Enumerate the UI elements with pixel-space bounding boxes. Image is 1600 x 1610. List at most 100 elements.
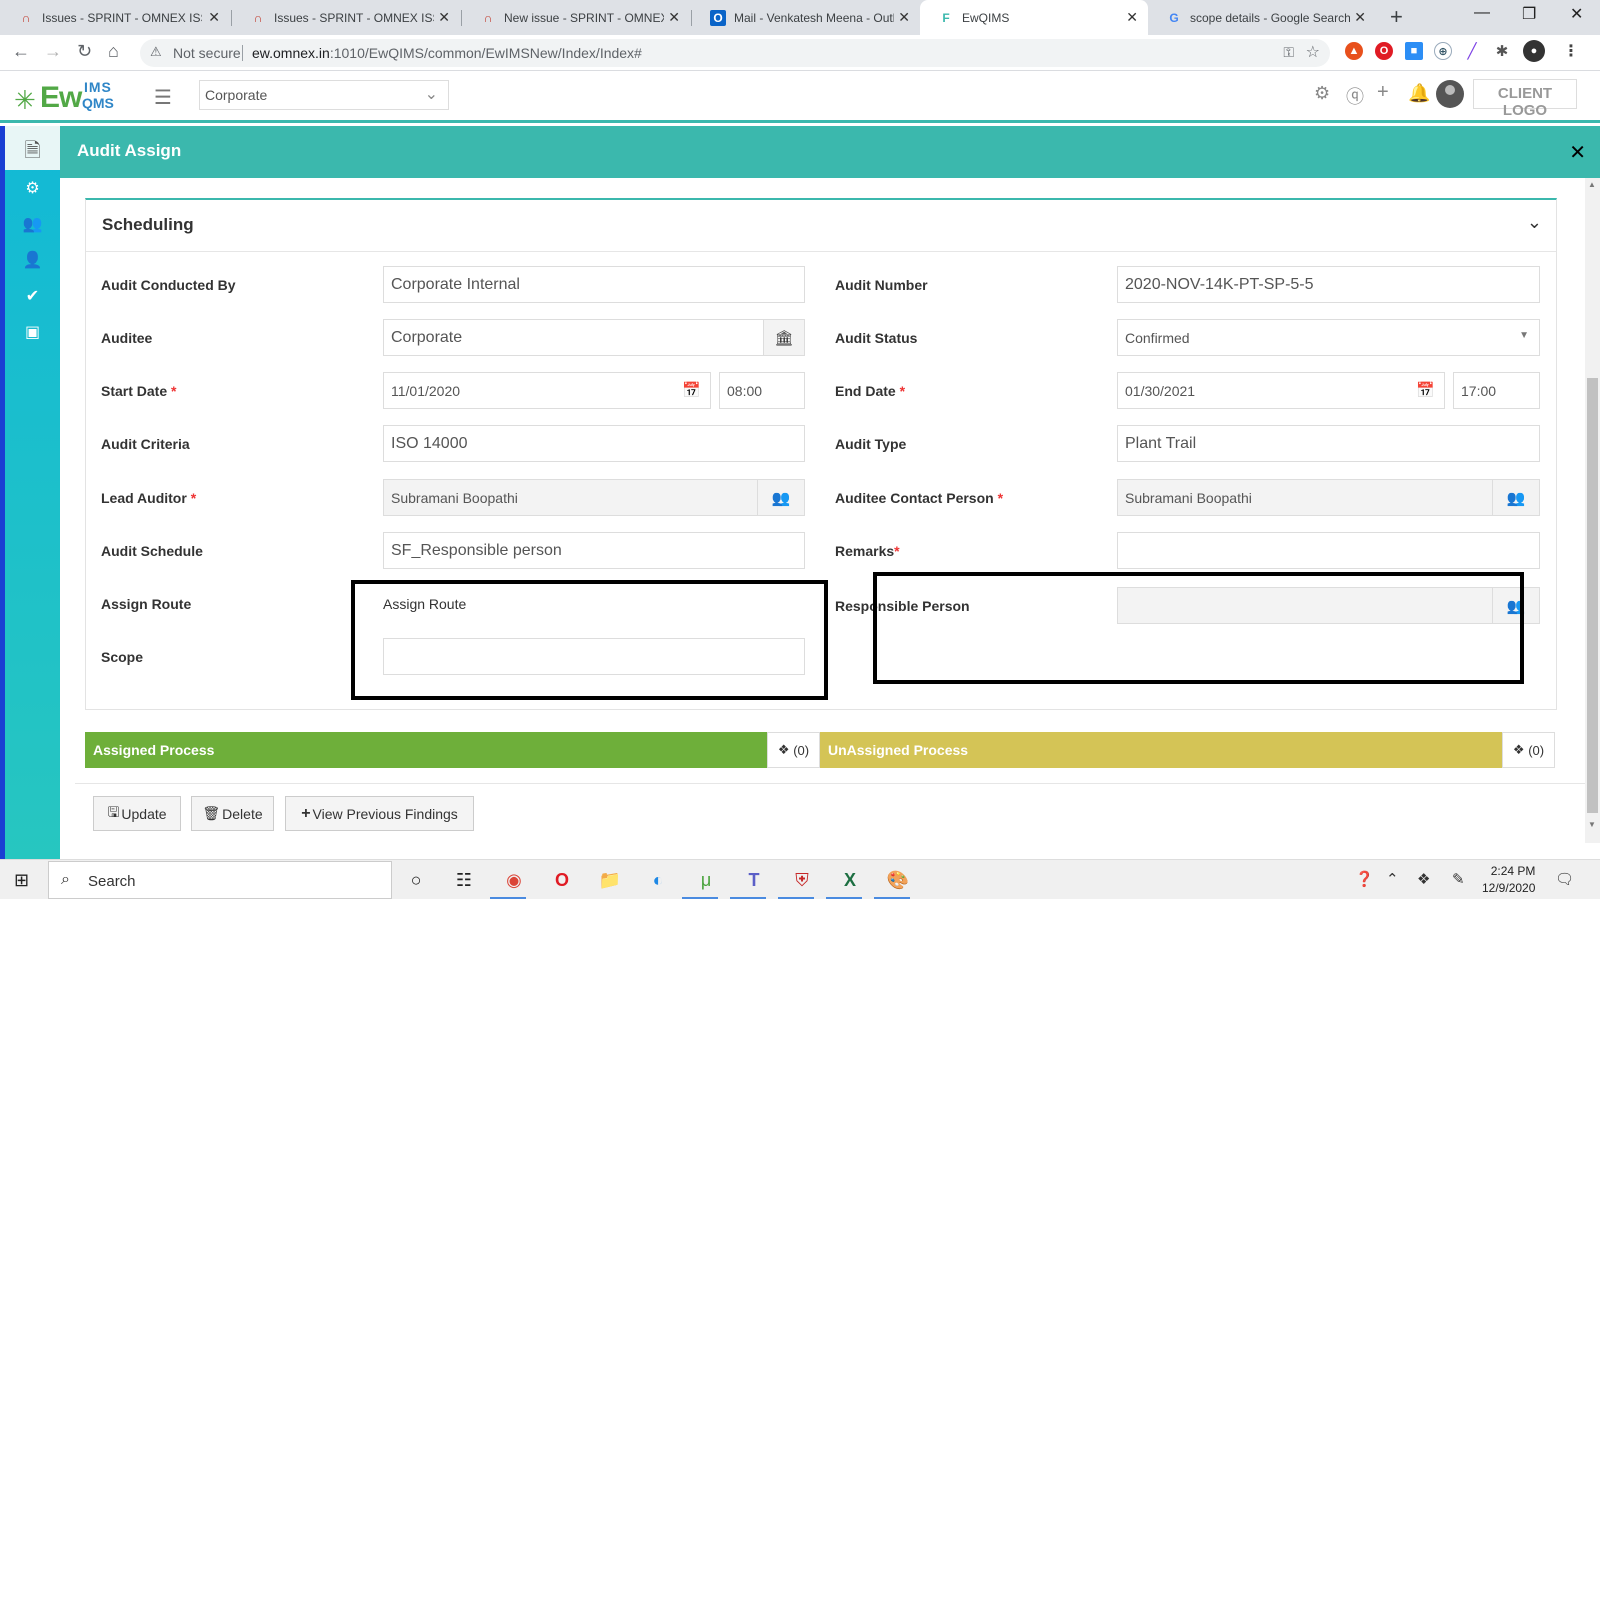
omnibox[interactable]: ⚠ Not secure ew.omnex.in:1010/EwQIMS/com…	[140, 39, 1330, 67]
modal-scrollbar[interactable]: ▲ ▼	[1585, 178, 1600, 843]
plus-icon[interactable]: +	[1377, 81, 1389, 104]
back-icon[interactable]: ←	[12, 41, 30, 62]
key-icon[interactable]: ⚿	[1283, 44, 1294, 61]
cortana-icon[interactable]: ○	[404, 868, 428, 892]
chevron-up-icon[interactable]: ⌃	[1386, 870, 1399, 888]
reload-icon[interactable]: ↻	[77, 41, 92, 62]
shield-app-icon[interactable]: ⛨	[790, 868, 814, 892]
browser-tab-issues-1[interactable]: ∩ Issues - SPRINT - OMNEX ISSUES ✕	[0, 0, 230, 35]
profile-avatar-icon[interactable]: ●	[1523, 40, 1545, 62]
pen-tray-icon[interactable]: ✎	[1452, 870, 1465, 888]
help-icon[interactable]: ⓠ	[1346, 83, 1364, 109]
paint-icon[interactable]: 🎨	[886, 868, 910, 892]
new-tab-icon[interactable]: +	[1390, 4, 1403, 30]
users-icon[interactable]: 👥	[757, 480, 804, 515]
forward-icon[interactable]: →	[44, 41, 62, 62]
chevron-down-icon[interactable]: ⌄	[1527, 212, 1542, 233]
audit-status-select[interactable]: Confirmed ▼	[1117, 319, 1540, 356]
browser-tab-issues-2[interactable]: ∩ Issues - SPRINT - OMNEX ISSUES ✕	[232, 0, 460, 35]
close-icon[interactable]: ✕	[898, 9, 910, 26]
users-icon[interactable]: 👥	[1492, 480, 1539, 515]
bookmark-star-icon[interactable]: ☆	[1306, 42, 1320, 62]
scroll-up-icon[interactable]: ▲	[1588, 180, 1596, 189]
puzzle-extensions-icon[interactable]: ✱	[1493, 42, 1511, 60]
ewqims-logo[interactable]: ✳ Ew IMS QMS	[14, 79, 124, 115]
start-time-field[interactable]: 08:00	[719, 372, 805, 409]
delete-button[interactable]: 🗑 Delete	[191, 796, 274, 831]
audit-type-field[interactable]: Plant Trail	[1117, 425, 1540, 462]
close-icon[interactable]: ✕	[1354, 9, 1366, 26]
window-close-icon[interactable]: ✕	[1570, 4, 1583, 24]
home-icon[interactable]: ⌂	[108, 41, 119, 62]
opera-icon[interactable]: O	[550, 868, 574, 892]
close-icon[interactable]: ✕	[1569, 140, 1586, 165]
audit-schedule-field[interactable]: SF_Responsible person	[383, 532, 805, 569]
teams-icon[interactable]: T	[742, 868, 766, 892]
browser-tab-google[interactable]: G scope details - Google Search ✕	[1148, 0, 1376, 35]
audit-criteria-field[interactable]: ISO 14000	[383, 425, 805, 462]
excel-icon[interactable]: X	[838, 868, 862, 892]
audit-number-field[interactable]: 2020-NOV-14K-PT-SP-5-5	[1117, 266, 1540, 303]
close-icon[interactable]: ✕	[208, 9, 220, 26]
close-icon[interactable]: ✕	[1126, 9, 1138, 26]
windows-start-icon[interactable]: ⊞	[14, 870, 29, 891]
task-view-icon[interactable]: ☷	[452, 868, 476, 892]
bank-icon[interactable]: 🏛	[763, 320, 804, 355]
file-explorer-icon[interactable]: 📁	[598, 868, 622, 892]
remarks-field[interactable]	[1117, 532, 1540, 569]
auditee-field[interactable]: Corporate 🏛	[383, 319, 805, 356]
assigned-process-count[interactable]: ❖ (0)	[767, 732, 820, 768]
calendar-icon[interactable]: 📅	[1416, 381, 1435, 399]
presentation-icon[interactable]: ▣	[5, 322, 60, 342]
extension-fire-icon[interactable]: ▲	[1345, 42, 1363, 60]
bell-icon[interactable]: 🔔	[1408, 83, 1430, 104]
minimize-icon[interactable]: —	[1474, 4, 1490, 22]
unassigned-process-count[interactable]: ❖ (0)	[1502, 732, 1555, 768]
auditee-contact-person-field[interactable]: Subramani Boopathi 👥	[1117, 479, 1540, 516]
unassigned-process-bar[interactable]: UnAssigned Process	[820, 732, 1502, 768]
scheduling-panel-header[interactable]: Scheduling ⌄	[86, 200, 1556, 252]
start-date-field[interactable]: 11/01/2020 📅	[383, 372, 711, 409]
close-icon[interactable]: ✕	[438, 9, 450, 26]
dropbox-icon[interactable]: ❖	[1417, 870, 1430, 888]
lead-auditor-field[interactable]: Subramani Boopathi 👥	[383, 479, 805, 516]
end-date-field[interactable]: 01/30/2021 📅	[1117, 372, 1445, 409]
scroll-thumb[interactable]	[1587, 378, 1598, 813]
user-check-icon[interactable]: ✔	[5, 286, 60, 306]
settings-icon[interactable]: ⚙	[5, 178, 60, 198]
edge-icon[interactable]: ◐	[646, 868, 670, 892]
assigned-process-bar[interactable]: Assigned Process	[85, 732, 767, 768]
scroll-down-icon[interactable]: ▼	[1588, 820, 1596, 829]
notification-icon[interactable]: 🗨	[1555, 870, 1574, 888]
opera-extension-icon[interactable]: O	[1375, 42, 1393, 60]
user-settings-icon[interactable]: 👤	[5, 250, 60, 270]
utorrent-icon[interactable]: μ	[694, 868, 718, 892]
taskbar-search-box[interactable]: ⌕ Search	[48, 861, 392, 899]
restore-icon[interactable]: ❐	[1522, 4, 1536, 24]
update-button[interactable]: 🖫 Update	[93, 796, 181, 831]
help-tray-icon[interactable]: ❓	[1355, 870, 1374, 888]
url-text[interactable]: ew.omnex.in:1010/EwQIMS/common/EwIMSNew/…	[252, 45, 642, 61]
calendar-icon[interactable]: 📅	[682, 381, 701, 399]
hamburger-menu-icon[interactable]: ☰	[154, 85, 172, 110]
close-icon[interactable]: ✕	[668, 9, 680, 26]
organization-select[interactable]: Corporate ⌄	[199, 80, 449, 110]
browser-tab-new-issue[interactable]: ∩ New issue - SPRINT - OMNEX ISSUES ✕	[462, 0, 690, 35]
chrome-icon[interactable]: ◉	[502, 868, 526, 892]
windows-extension-icon[interactable]: ■	[1405, 42, 1423, 60]
sidebar-active-item[interactable]: 🗎	[5, 126, 60, 170]
users-group-icon[interactable]: 👥	[5, 214, 60, 234]
colorzilla-extension-icon[interactable]: ⊕	[1434, 42, 1452, 60]
browser-tab-ewqims[interactable]: F EwQIMS ✕	[920, 0, 1148, 35]
warning-icon[interactable]: ⚠	[150, 44, 162, 60]
end-time-field[interactable]: 17:00	[1453, 372, 1540, 409]
security-label[interactable]: Not secure	[173, 45, 241, 61]
taskbar-clock[interactable]: 2:24 PM 12/9/2020	[1482, 863, 1535, 897]
gear-icon[interactable]: ⚙	[1314, 83, 1330, 104]
pen-extension-icon[interactable]: ╱	[1463, 42, 1481, 60]
user-avatar[interactable]	[1436, 80, 1464, 108]
browser-tab-outlook[interactable]: O Mail - Venkatesh Meena - Outlook ✕	[692, 0, 920, 35]
browser-menu-icon[interactable]: ⋮	[1562, 42, 1580, 60]
view-previous-findings-button[interactable]: + View Previous Findings	[285, 796, 474, 831]
audit-conducted-by-field[interactable]: Corporate Internal	[383, 266, 805, 303]
